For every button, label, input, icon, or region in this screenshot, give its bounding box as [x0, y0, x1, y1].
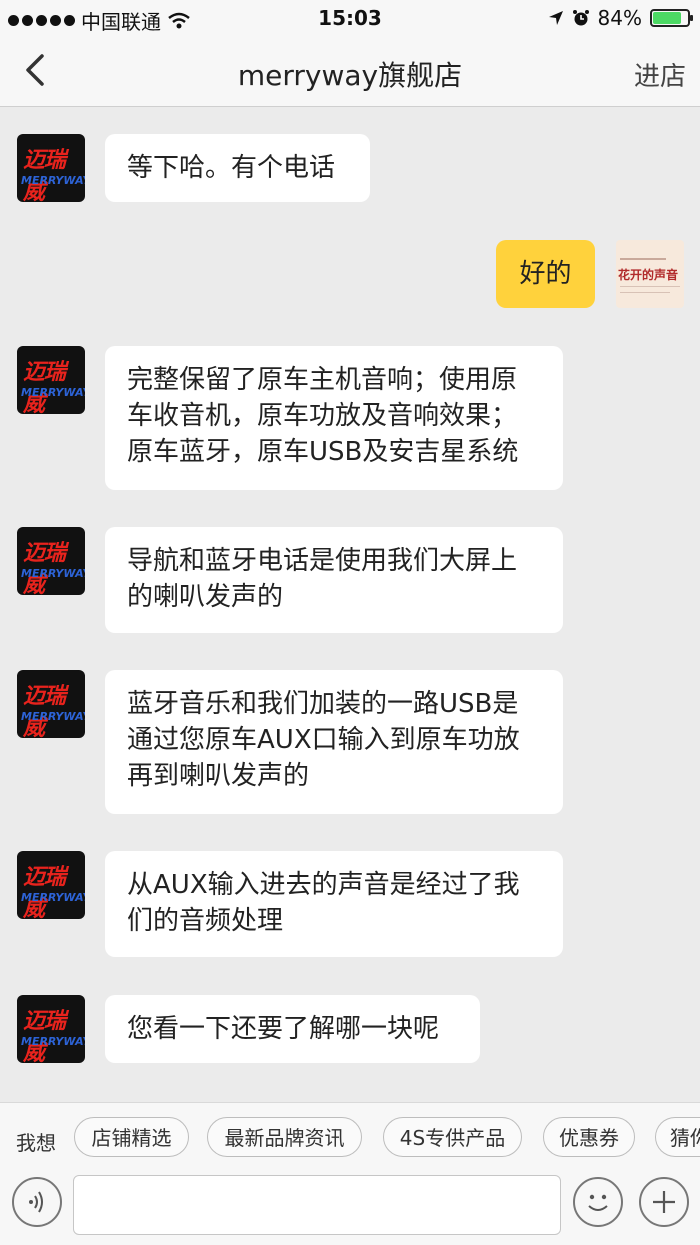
quick-chip-brand-news[interactable]: 最新品牌资讯 [207, 1117, 362, 1157]
more-options-button[interactable] [639, 1177, 689, 1227]
voice-icon [29, 1191, 43, 1213]
shop-avatar[interactable]: 迈瑞威 MERRYWAY [17, 346, 85, 414]
location-arrow-icon [548, 11, 563, 25]
shop-avatar[interactable]: 迈瑞威 MERRYWAY [17, 851, 85, 919]
voice-button[interactable] [12, 1177, 62, 1227]
nav-bar: merryway旗舰店 进店 [0, 36, 700, 107]
shop-avatar[interactable]: 迈瑞威 MERRYWAY [17, 670, 85, 738]
message-bubble: 您看一下还要了解哪一块呢 [105, 995, 480, 1063]
message-bubble: 蓝牙音乐和我们加装的一路USB是 通过您原车AUX口输入到原车功放 再到喇叭发声… [105, 670, 563, 814]
emoji-icon [588, 1194, 608, 1211]
shop-avatar[interactable]: 迈瑞威 MERRYWAY [17, 134, 85, 202]
battery-icon [650, 9, 693, 27]
message-bubble: 完整保留了原车主机音响；使用原 车收音机，原车功放及音响效果； 原车蓝牙，原车U… [105, 346, 563, 490]
alarm-icon [572, 10, 589, 26]
quick-chip-4s-products[interactable]: 4S专供产品 [383, 1117, 522, 1157]
shop-avatar[interactable]: 迈瑞威 MERRYWAY [17, 995, 85, 1063]
message-input[interactable] [73, 1175, 561, 1235]
quick-chip-featured[interactable]: 店铺精选 [74, 1117, 189, 1157]
emoji-button[interactable] [573, 1177, 623, 1227]
shop-avatar[interactable]: 迈瑞威 MERRYWAY [17, 527, 85, 595]
input-toolbar: 我想 店铺精选 最新品牌资讯 4S专供产品 优惠券 猜你 [0, 1102, 700, 1245]
plus-icon [653, 1191, 675, 1213]
message-bubble: 从AUX输入进去的声音是经过了我 们的音频处理 [105, 851, 563, 957]
quick-chip-coupons[interactable]: 优惠券 [543, 1117, 635, 1157]
page-title: merryway旗舰店 [237, 59, 463, 92]
status-bar: 中国联通 15:03 84% [0, 0, 700, 36]
my-message-bubble: 好的 [496, 240, 595, 308]
message-bubble: 等下哈。有个电话 [105, 134, 370, 202]
enter-shop-button[interactable]: 进店 [634, 56, 686, 93]
quick-chip-guess[interactable]: 猜你 [655, 1117, 700, 1157]
quick-reply-label: 我想 [16, 1131, 56, 1155]
battery-fill [653, 12, 682, 24]
my-avatar[interactable]: 花开的声音 [616, 240, 684, 308]
battery-percent: 84% [597, 6, 642, 30]
message-bubble: 导航和蓝牙电话是使用我们大屏上 的喇叭发声的 [105, 527, 563, 633]
